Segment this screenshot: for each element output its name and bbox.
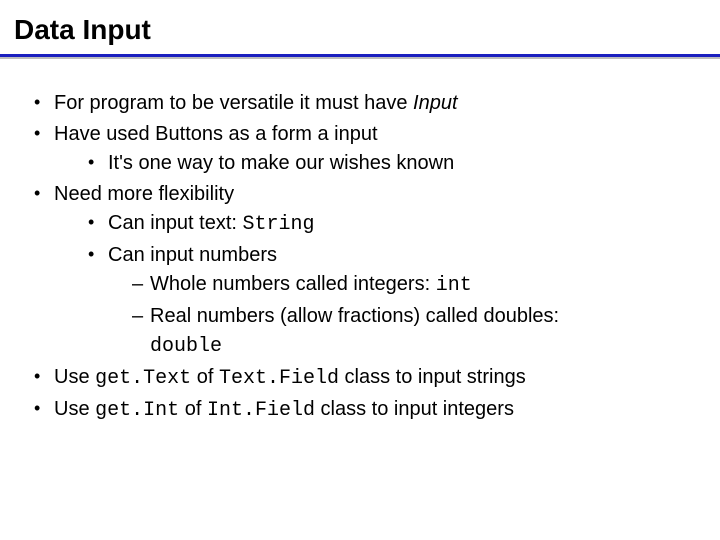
list-item: Whole numbers called integers: int: [132, 270, 690, 300]
bullet-text: Real numbers (allow fractions) called do…: [150, 305, 559, 327]
code-text: Text.Field: [219, 367, 339, 390]
bullet-text: Need more flexibility: [54, 183, 234, 205]
slide: Data Input For program to be versatile i…: [0, 0, 720, 540]
bullet-text: of: [191, 366, 219, 388]
list-item: Can input numbers Whole numbers called i…: [84, 241, 690, 361]
bullet-text: It's one way to make our wishes known: [108, 152, 454, 174]
list-item: Can input text: String: [84, 209, 690, 239]
list-item: Need more flexibility Can input text: St…: [30, 180, 690, 361]
list-item: Use get.Text of Text.Field class to inpu…: [30, 363, 690, 393]
slide-body: For program to be versatile it must have…: [0, 59, 720, 425]
code-text: Int.Field: [207, 399, 315, 422]
bullet-text-italic: Input: [413, 92, 457, 114]
bullet-text: For program to be versatile it must have: [54, 92, 413, 114]
list-item: Have used Buttons as a form a input It's…: [30, 120, 690, 178]
slide-title: Data Input: [0, 0, 720, 54]
sub-list: It's one way to make our wishes known: [54, 149, 690, 178]
list-item: Real numbers (allow fractions) called do…: [132, 302, 690, 361]
bullet-text: Can input text:: [108, 212, 243, 234]
bullet-text: Have used Buttons as a form a input: [54, 123, 378, 145]
bullet-text: class to input integers: [315, 398, 514, 420]
bullet-text: of: [179, 398, 207, 420]
bullet-list: For program to be versatile it must have…: [30, 89, 690, 425]
code-text: get.Text: [95, 367, 191, 390]
bullet-text: Whole numbers called integers:: [150, 273, 436, 295]
list-item: Use get.Int of Int.Field class to input …: [30, 395, 690, 425]
bullet-text: Use: [54, 398, 95, 420]
list-item: For program to be versatile it must have…: [30, 89, 690, 118]
sub-sub-list: Whole numbers called integers: int Real …: [108, 270, 690, 361]
code-text: String: [243, 213, 315, 236]
code-text: double: [150, 335, 222, 358]
code-text: get.Int: [95, 399, 179, 422]
bullet-text: Use: [54, 366, 95, 388]
bullet-text: Can input numbers: [108, 244, 277, 266]
code-text: int: [436, 274, 472, 297]
sub-list: Can input text: String Can input numbers…: [54, 209, 690, 361]
list-item: It's one way to make our wishes known: [84, 149, 690, 178]
bullet-text: class to input strings: [339, 366, 526, 388]
